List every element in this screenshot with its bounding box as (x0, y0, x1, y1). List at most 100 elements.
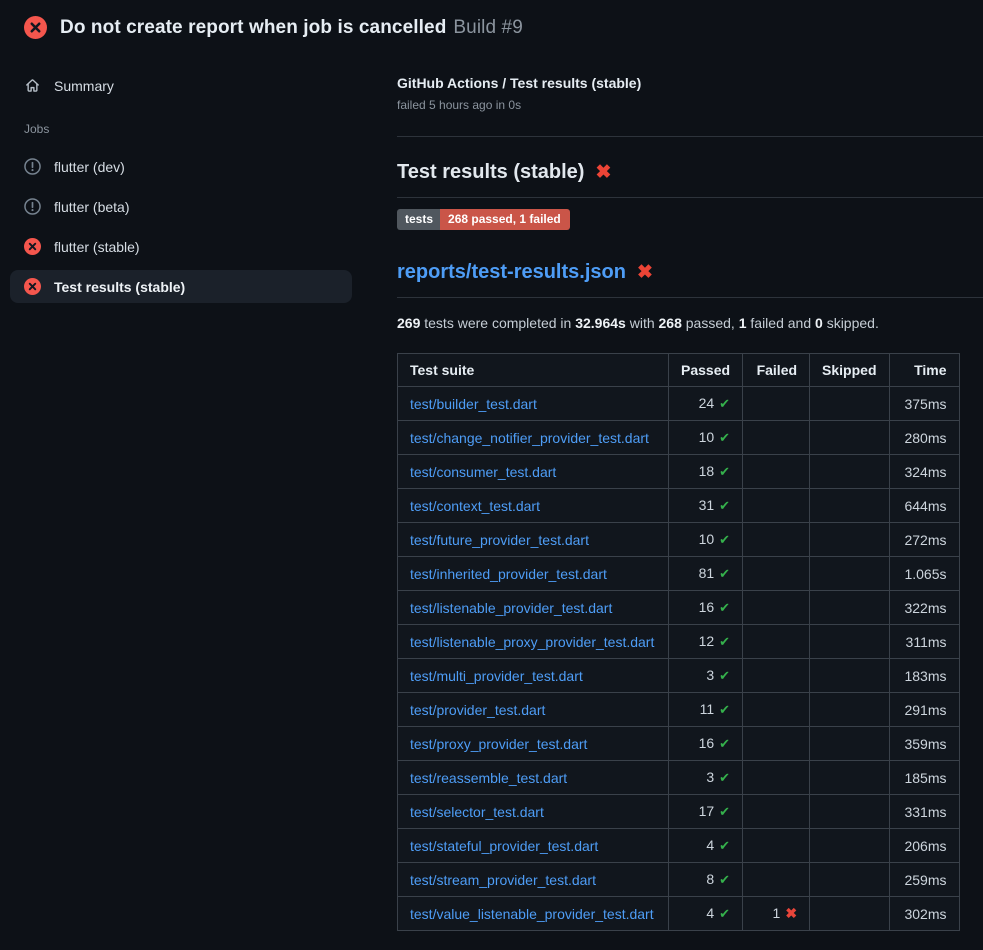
run-title: Do not create report when job is cancell… (60, 17, 446, 38)
cell-test-suite: test/inherited_provider_test.dart (398, 557, 669, 591)
test-suite-link[interactable]: test/provider_test.dart (410, 702, 545, 718)
cell-passed: 31✔ (669, 489, 743, 523)
summary-sentence: 269 tests were completed in 32.964s with… (397, 315, 983, 331)
check-icon: ✔ (719, 668, 730, 683)
section-title: Test results (stable) ✖ (397, 161, 983, 184)
cell-time: 259ms (889, 863, 959, 897)
test-suite-link[interactable]: test/proxy_provider_test.dart (410, 736, 587, 752)
table-row: test/multi_provider_test.dart3✔183ms (398, 659, 960, 693)
cell-failed (743, 557, 810, 591)
time-value: 280ms (904, 430, 946, 446)
check-icon: ✔ (719, 634, 730, 649)
cell-failed (743, 421, 810, 455)
cell-time: 359ms (889, 727, 959, 761)
cell-skipped (810, 761, 889, 795)
cell-time: 375ms (889, 387, 959, 421)
tests-badge-label: tests (397, 209, 440, 230)
test-suite-link[interactable]: test/stateful_provider_test.dart (410, 838, 598, 854)
x-circle-icon (24, 238, 41, 255)
cell-failed (743, 727, 810, 761)
passed-count: 4 (706, 837, 714, 853)
cell-failed (743, 489, 810, 523)
cell-time: 280ms (889, 421, 959, 455)
test-suite-link[interactable]: test/selector_test.dart (410, 804, 544, 820)
summary-total: 269 (397, 315, 420, 331)
time-value: 324ms (904, 464, 946, 480)
passed-count: 3 (706, 667, 714, 683)
summary-passed: 268 (659, 315, 682, 331)
test-suite-link[interactable]: test/listenable_provider_test.dart (410, 600, 612, 616)
jobs-section-label: Jobs (24, 122, 352, 136)
cell-test-suite: test/provider_test.dart (398, 693, 669, 727)
failed-x-icon: ✖ (595, 163, 611, 182)
passed-count: 8 (706, 871, 714, 887)
sidebar-item-flutter-beta[interactable]: flutter (beta) (10, 190, 352, 223)
job-label: flutter (stable) (54, 239, 140, 255)
sidebar-item-flutter-stable[interactable]: flutter (stable) (10, 230, 352, 263)
cell-skipped (810, 489, 889, 523)
sidebar-item-label: Summary (54, 78, 114, 94)
table-row: test/listenable_provider_test.dart16✔322… (398, 591, 960, 625)
stopped-circle-icon (24, 198, 41, 215)
cell-skipped (810, 829, 889, 863)
check-icon: ✔ (719, 702, 730, 717)
cell-test-suite: test/future_provider_test.dart (398, 523, 669, 557)
results-table-body: test/builder_test.dart24✔375mstest/chang… (398, 387, 960, 931)
test-suite-link[interactable]: test/reassemble_test.dart (410, 770, 567, 786)
check-icon: ✔ (719, 838, 730, 853)
check-icon: ✔ (719, 430, 730, 445)
col-header-skipped: Skipped (810, 354, 889, 387)
sidebar-item-test-results-stable[interactable]: Test results (stable) (10, 270, 352, 303)
table-row: test/inherited_provider_test.dart81✔1.06… (398, 557, 960, 591)
cell-passed: 10✔ (669, 421, 743, 455)
table-row: test/selector_test.dart17✔331ms (398, 795, 960, 829)
cell-time: 322ms (889, 591, 959, 625)
cell-test-suite: test/builder_test.dart (398, 387, 669, 421)
cell-skipped (810, 591, 889, 625)
report-file-link[interactable]: reports/test-results.json (397, 261, 626, 284)
test-suite-link[interactable]: test/multi_provider_test.dart (410, 668, 583, 684)
test-suite-link[interactable]: test/inherited_provider_test.dart (410, 566, 607, 582)
cell-failed (743, 659, 810, 693)
test-suite-link[interactable]: test/value_listenable_provider_test.dart (410, 906, 654, 922)
col-header-failed: Failed (743, 354, 810, 387)
passed-count: 18 (699, 463, 715, 479)
main-content: GitHub Actions / Test results (stable) f… (390, 49, 983, 931)
time-value: 1.065s (904, 566, 946, 582)
table-header-row: Test suite Passed Failed Skipped Time (398, 354, 960, 387)
test-suite-link[interactable]: test/context_test.dart (410, 498, 540, 514)
passed-count: 10 (699, 531, 715, 547)
cell-test-suite: test/context_test.dart (398, 489, 669, 523)
table-row: test/consumer_test.dart 18 ✔ 324ms (398, 455, 960, 489)
table-row: test/stateful_provider_test.dart4✔206ms (398, 829, 960, 863)
test-suite-link[interactable]: test/consumer_test.dart (410, 464, 556, 480)
sidebar-item-flutter-dev[interactable]: flutter (dev) (10, 150, 352, 183)
cell-skipped (810, 795, 889, 829)
passed-count: 16 (699, 735, 715, 751)
test-suite-link[interactable]: test/future_provider_test.dart (410, 532, 589, 548)
table-row: test/stream_provider_test.dart8✔259ms (398, 863, 960, 897)
cell-failed (743, 625, 810, 659)
build-number: Build #9 (453, 17, 522, 38)
cell-skipped (810, 523, 889, 557)
test-suite-link[interactable]: test/stream_provider_test.dart (410, 872, 596, 888)
time-value: 331ms (904, 804, 946, 820)
cell-time: 331ms (889, 795, 959, 829)
test-suite-link[interactable]: test/change_notifier_provider_test.dart (410, 430, 649, 446)
home-icon (24, 77, 41, 94)
passed-count: 16 (699, 599, 715, 615)
cell-failed (743, 863, 810, 897)
time-value: 375ms (904, 396, 946, 412)
section-title-text: Test results (stable) (397, 161, 584, 184)
test-suite-link[interactable]: test/builder_test.dart (410, 396, 537, 412)
test-suite-link[interactable]: test/listenable_proxy_provider_test.dart (410, 634, 654, 650)
check-icon: ✔ (719, 464, 730, 479)
check-icon: ✔ (719, 804, 730, 819)
cell-passed: 16✔ (669, 727, 743, 761)
cell-time: 1.065s (889, 557, 959, 591)
check-icon: ✔ (719, 566, 730, 581)
cell-passed: 3✔ (669, 761, 743, 795)
sidebar-item-summary[interactable]: Summary (10, 69, 352, 102)
col-header-time: Time (889, 354, 959, 387)
tests-badge[interactable]: tests 268 passed, 1 failed (397, 209, 570, 230)
